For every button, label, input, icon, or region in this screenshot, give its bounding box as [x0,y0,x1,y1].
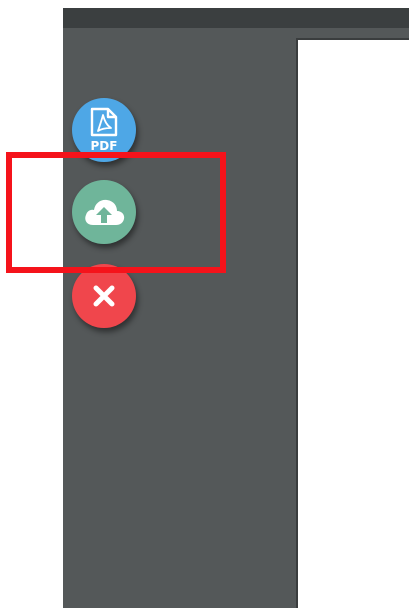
screenshot-stage: PDF [0,0,409,608]
document-page [296,38,409,608]
top-bar [63,8,409,28]
close-button[interactable] [72,264,136,328]
pdf-file-icon: PDF [84,107,124,153]
viewer-window: PDF [63,8,409,608]
highlight-annotation-box [6,152,226,273]
close-icon [91,283,117,309]
pdf-icon-label: PDF [91,139,118,153]
